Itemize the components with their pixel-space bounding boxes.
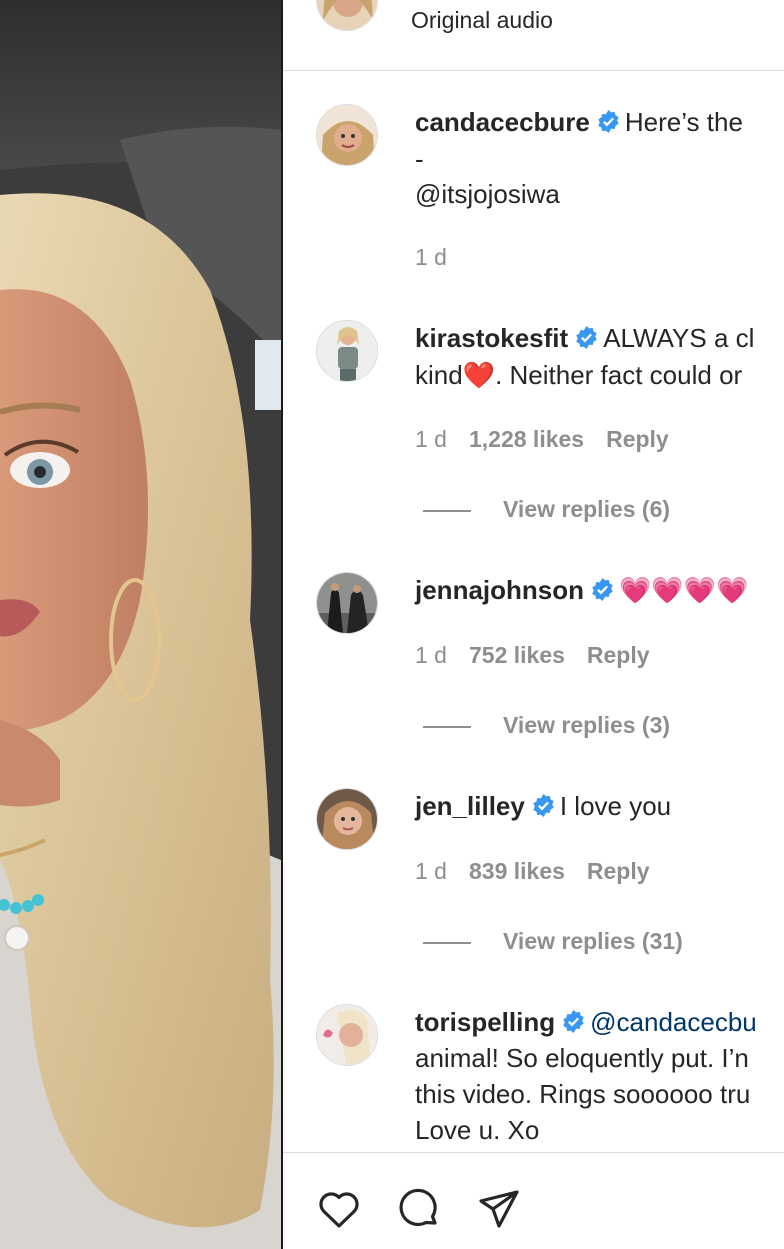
avatar[interactable] <box>316 788 378 850</box>
view-replies-label[interactable]: View replies (3) <box>503 712 670 738</box>
username[interactable]: kirastokesfit <box>415 323 568 353</box>
comment-text-line: jennajohnson 💗💗💗💗 <box>415 572 749 609</box>
comment-item: torispelling @candacecbu animal! So eloqu… <box>283 1004 784 1152</box>
comment-meta: 1 d 752 likes Reply <box>415 642 672 669</box>
verified-badge-icon <box>533 794 554 817</box>
avatar[interactable] <box>316 320 378 382</box>
avatar[interactable] <box>316 1004 378 1066</box>
original-audio-label[interactable]: Original audio <box>411 7 553 34</box>
avatar[interactable] <box>316 572 378 634</box>
comment-item: jen_lilley I love you 1 d 839 likes Reply V… <box>283 788 784 988</box>
comment-text-line: animal! So eloquently put. I’n <box>415 1043 749 1073</box>
view-replies-button[interactable]: View replies (6) <box>423 496 670 523</box>
comment-text-line: this video. Rings soooooo tru <box>415 1079 751 1109</box>
comment-meta: 1 d <box>415 244 469 271</box>
video-player[interactable] <box>0 0 281 1249</box>
heart-icon[interactable] <box>315 1185 363 1233</box>
replies-dash <box>423 941 471 944</box>
likes-count[interactable]: 752 likes <box>469 642 565 668</box>
author-avatar[interactable] <box>316 0 378 31</box>
comment-text-line: kirastokesfit ALWAYS a cl <box>415 320 754 357</box>
verified-badge-icon <box>576 326 597 349</box>
comment-text-line: Love u. Xo <box>415 1115 540 1145</box>
likes-count[interactable]: 1,228 likes <box>469 426 584 452</box>
comment-text-line: kind❤️. Neither fact could or <box>415 360 743 390</box>
action-bar <box>283 1152 784 1249</box>
view-replies-button[interactable]: View replies (31) <box>423 928 683 955</box>
replies-dash <box>423 725 471 728</box>
comment-text: 💗💗💗💗 <box>619 575 749 605</box>
mention-link[interactable]: @itsjojosiwa <box>415 176 560 213</box>
reply-button[interactable]: Reply <box>587 858 650 884</box>
username[interactable]: candacecbure <box>415 107 590 137</box>
comment-item: candacecbure Here’s the - @itsjojosiwa 1 … <box>283 104 784 284</box>
view-replies-label[interactable]: View replies (31) <box>503 928 683 954</box>
comment-meta: 1 d 1,228 likes Reply <box>415 426 691 453</box>
verified-badge-icon <box>592 578 613 601</box>
username[interactable]: jennajohnson <box>415 575 584 605</box>
comment-text-line: candacecbure Here’s the <box>415 104 743 141</box>
comment-text: Here’s the <box>624 107 743 137</box>
avatar[interactable] <box>316 104 378 166</box>
timestamp: 1 d <box>415 244 447 270</box>
comment-item: jennajohnson 💗💗💗💗 1 d 752 likes Reply View … <box>283 572 784 772</box>
view-replies-button[interactable]: View replies (3) <box>423 712 670 739</box>
verified-badge-icon <box>563 1010 584 1033</box>
comments-pane[interactable]: Original audio candacecbure Here’s the - … <box>283 0 784 1249</box>
username[interactable]: torispelling <box>415 1007 555 1037</box>
verified-badge-icon <box>598 110 619 133</box>
reply-button[interactable]: Reply <box>606 426 669 452</box>
comment-text: ALWAYS a cl <box>603 323 755 353</box>
timestamp: 1 d <box>415 426 447 452</box>
comment-text-line: torispelling @candacecbu <box>415 1004 757 1041</box>
comment-text-line: - <box>415 144 424 174</box>
comment-text-line: jen_lilley I love you <box>415 788 671 825</box>
mention-link[interactable]: @candacecbu <box>590 1007 757 1037</box>
comment-text: I love you <box>559 791 672 821</box>
reply-button[interactable]: Reply <box>587 642 650 668</box>
replies-dash <box>423 509 471 512</box>
likes-count[interactable]: 839 likes <box>469 858 565 884</box>
send-icon[interactable] <box>475 1185 523 1233</box>
comment-item: kirastokesfit ALWAYS a cl kind❤️. Neither… <box>283 320 784 540</box>
timestamp: 1 d <box>415 642 447 668</box>
comment-icon[interactable] <box>395 1185 443 1233</box>
video-frame <box>0 0 281 1249</box>
username[interactable]: jen_lilley <box>415 791 525 821</box>
audio-row[interactable]: Original audio <box>283 0 784 71</box>
view-replies-label[interactable]: View replies (6) <box>503 496 670 522</box>
timestamp: 1 d <box>415 858 447 884</box>
comment-meta: 1 d 839 likes Reply <box>415 858 672 885</box>
